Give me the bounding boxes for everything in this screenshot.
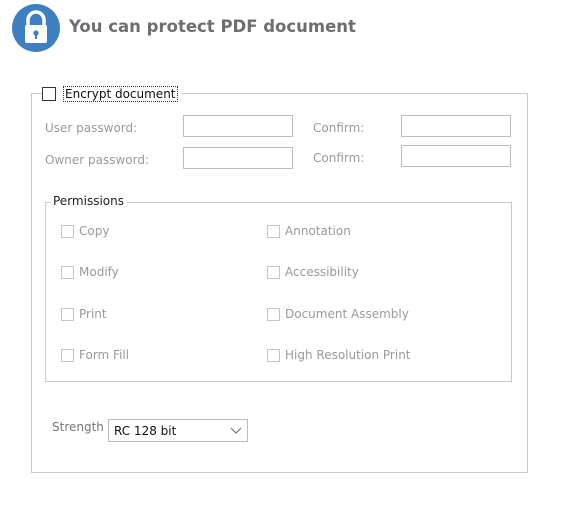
permission-high-resolution-print-checkbox[interactable] [267, 348, 280, 362]
permission-annotation-checkbox[interactable] [267, 224, 280, 238]
owner-password-label: Owner password: [45, 153, 150, 167]
encrypt-document-toggle[interactable]: Encrypt document [42, 85, 182, 103]
encrypt-document-label[interactable]: Encrypt document [63, 86, 178, 102]
permission-annotation-label: Annotation [285, 224, 351, 238]
header: You can protect PDF document [12, 4, 552, 52]
permission-annotation[interactable]: Annotation [267, 224, 351, 238]
permission-accessibility-checkbox[interactable] [267, 265, 280, 279]
permission-high-resolution-print[interactable]: High Resolution Print [267, 348, 411, 362]
lock-icon [12, 4, 60, 52]
user-password-input[interactable] [183, 115, 293, 137]
permission-print[interactable]: Print [61, 307, 107, 321]
permission-document-assembly-checkbox[interactable] [267, 307, 280, 321]
strength-label: Strength [52, 420, 104, 434]
permission-copy[interactable]: Copy [61, 224, 109, 238]
permission-document-assembly-label: Document Assembly [285, 307, 409, 321]
owner-confirm-label: Confirm: [313, 151, 365, 165]
permission-accessibility[interactable]: Accessibility [267, 265, 359, 279]
permission-accessibility-label: Accessibility [285, 265, 359, 279]
permission-print-checkbox[interactable] [61, 307, 74, 321]
strength-select[interactable]: RC 128 bit [108, 419, 248, 442]
permission-print-label: Print [79, 307, 107, 321]
permission-copy-checkbox[interactable] [61, 224, 74, 238]
page-title: You can protect PDF document [69, 17, 356, 36]
user-password-label: User password: [45, 121, 138, 135]
owner-confirm-input[interactable] [401, 145, 511, 167]
permission-document-assembly[interactable]: Document Assembly [267, 307, 409, 321]
permission-form-fill-checkbox[interactable] [61, 348, 74, 362]
owner-password-input[interactable] [183, 147, 293, 169]
encrypt-document-checkbox[interactable] [42, 87, 56, 101]
permission-form-fill[interactable]: Form Fill [61, 348, 129, 362]
strength-selected-value: RC 128 bit [114, 424, 177, 438]
permission-high-resolution-print-label: High Resolution Print [285, 348, 411, 362]
permission-modify-label: Modify [79, 265, 119, 279]
permission-modify-checkbox[interactable] [61, 265, 74, 279]
user-confirm-input[interactable] [401, 115, 511, 137]
permission-form-fill-label: Form Fill [79, 348, 130, 362]
user-confirm-label: Confirm: [313, 121, 365, 135]
permission-modify[interactable]: Modify [61, 265, 119, 279]
chevron-down-icon [230, 427, 242, 434]
permission-copy-label: Copy [79, 224, 110, 238]
permissions-title: Permissions [51, 194, 126, 208]
